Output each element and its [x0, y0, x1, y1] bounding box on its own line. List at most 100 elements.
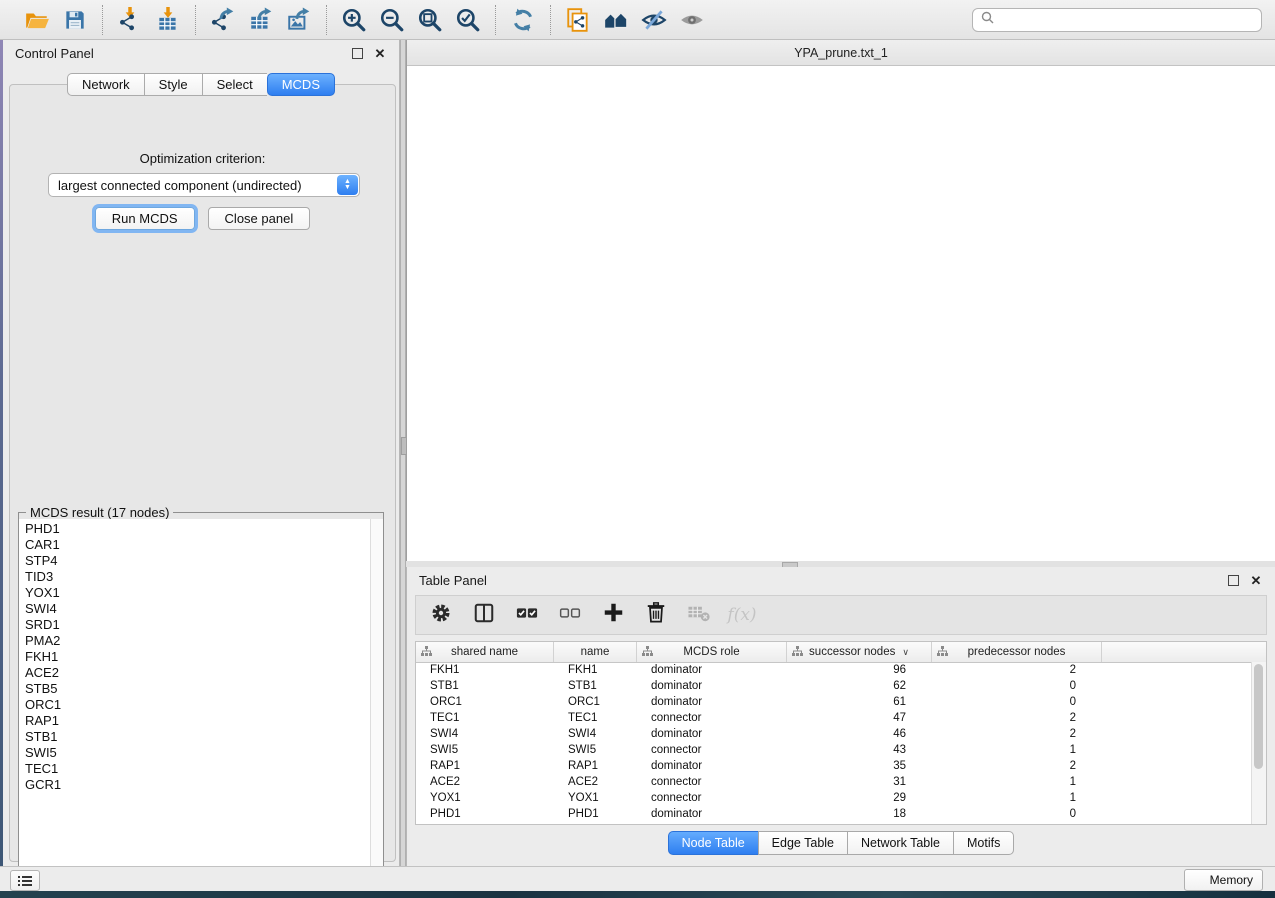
cell-shared_name: STB1 [416, 680, 554, 692]
mcds-result-item[interactable]: YOX1 [25, 585, 371, 601]
import-table-button[interactable] [152, 5, 184, 35]
network-canvas[interactable] [407, 66, 1275, 562]
mcds-result-title: MCDS result (17 nodes) [26, 505, 173, 520]
table-row[interactable]: SWI4SWI4dominator462 [416, 726, 1252, 742]
float-table-panel-icon[interactable] [1226, 573, 1240, 587]
delete-button[interactable] [643, 602, 669, 628]
refresh-button[interactable] [507, 5, 539, 35]
mcds-result-item[interactable]: TEC1 [25, 761, 371, 777]
mcds-result-item[interactable]: RAP1 [25, 713, 371, 729]
add-button[interactable] [600, 602, 626, 628]
clone-network-icon [565, 7, 591, 33]
table-row[interactable]: RAP1RAP1dominator352 [416, 758, 1252, 774]
column-header-name[interactable]: name [554, 642, 637, 662]
clone-network-button[interactable] [562, 5, 594, 35]
cell-successor_nodes: 35 [787, 760, 932, 772]
add-icon [603, 602, 624, 628]
mcds-result-item[interactable]: PMA2 [25, 633, 371, 649]
mcds-result-item[interactable]: SWI5 [25, 745, 371, 761]
mcds-result-item[interactable]: STP4 [25, 553, 371, 569]
mcds-result-item[interactable]: CAR1 [25, 537, 371, 553]
close-panel-icon[interactable]: ✕ [373, 46, 387, 60]
table-scrollbar[interactable] [1251, 662, 1266, 824]
table-row[interactable]: FKH1FKH1dominator962 [416, 662, 1252, 678]
mcds-result-list[interactable]: PHD1CAR1STP4TID3YOX1SWI4SRD1PMA2FKH1ACE2… [19, 519, 371, 876]
mcds-result-item[interactable]: GCR1 [25, 777, 371, 793]
mcds-list-scrollbar[interactable] [370, 519, 383, 876]
window-minimize-icon[interactable] [437, 46, 450, 59]
cell-shared_name: YOX1 [416, 792, 554, 804]
network-window-titlebar[interactable]: YPA_prune.txt_1 [407, 40, 1275, 66]
run-mcds-button[interactable]: Run MCDS [95, 207, 195, 230]
zoom-selected-button[interactable] [452, 5, 484, 35]
cell-mcds_role: dominator [637, 696, 787, 708]
window-zoom-icon[interactable] [458, 46, 471, 59]
tab-style[interactable]: Style [144, 73, 202, 96]
task-history-button[interactable] [10, 870, 40, 891]
export-image-icon [286, 7, 312, 33]
zoom-in-button[interactable] [338, 5, 370, 35]
tab-motifs[interactable]: Motifs [953, 831, 1014, 855]
show-all-button[interactable] [676, 5, 708, 35]
open-folder-button[interactable] [21, 5, 53, 35]
mcds-result-item[interactable]: FKH1 [25, 649, 371, 665]
cell-predecessor_nodes: 2 [932, 728, 1102, 740]
column-label: successor nodes [809, 646, 895, 658]
table-row[interactable]: TEC1TEC1connector472 [416, 710, 1252, 726]
cell-shared_name: TEC1 [416, 712, 554, 724]
show-columns-button[interactable] [471, 602, 497, 628]
select-all-icon [515, 602, 539, 629]
tab-edge-table[interactable]: Edge Table [758, 831, 847, 855]
tab-node-table[interactable]: Node Table [668, 831, 758, 855]
table-row[interactable]: PHD1PHD1dominator180 [416, 806, 1252, 822]
tab-select[interactable]: Select [202, 73, 267, 96]
window-close-icon[interactable] [416, 46, 429, 59]
column-header-shared-name[interactable]: shared name [416, 642, 554, 662]
toolbar-group [550, 5, 719, 35]
tab-network-table[interactable]: Network Table [847, 831, 953, 855]
criterion-select[interactable]: largest connected component (undirected)… [48, 173, 360, 197]
column-header-predecessor-nodes[interactable]: predecessor nodes [932, 642, 1102, 662]
column-header-MCDS-role[interactable]: MCDS role [637, 642, 787, 662]
mcds-result-item[interactable]: SRD1 [25, 617, 371, 633]
table-row[interactable]: ORC1ORC1dominator610 [416, 694, 1252, 710]
zoom-out-button[interactable] [376, 5, 408, 35]
table-row[interactable]: STB1STB1dominator620 [416, 678, 1252, 694]
table-row[interactable]: ACE2ACE2connector311 [416, 774, 1252, 790]
save-button[interactable] [59, 5, 91, 35]
search-box[interactable] [972, 8, 1262, 32]
column-header-successor-nodes[interactable]: successor nodes∨ [787, 642, 932, 662]
mcds-result-item[interactable]: SWI4 [25, 601, 371, 617]
mcds-result-item[interactable]: STB5 [25, 681, 371, 697]
select-all-button[interactable] [514, 602, 540, 628]
float-panel-icon[interactable] [350, 46, 364, 60]
import-network-button[interactable] [114, 5, 146, 35]
first-neighbors-icon [603, 7, 629, 33]
mcds-result-item[interactable]: PHD1 [25, 521, 371, 537]
cell-predecessor_nodes: 0 [932, 680, 1102, 692]
hide-selection-button[interactable] [638, 5, 670, 35]
table-row[interactable]: YOX1YOX1connector291 [416, 790, 1252, 806]
close-panel-button[interactable]: Close panel [208, 207, 311, 230]
mcds-result-item[interactable]: STB1 [25, 729, 371, 745]
mcds-result-item[interactable]: ACE2 [25, 665, 371, 681]
first-neighbors-button[interactable] [600, 5, 632, 35]
close-table-panel-icon[interactable]: ✕ [1249, 573, 1263, 587]
export-network-button[interactable] [207, 5, 239, 35]
tab-mcds[interactable]: MCDS [267, 73, 335, 96]
status-bar: Memory [0, 866, 1275, 891]
export-table-button[interactable] [245, 5, 277, 35]
search-input[interactable] [1000, 12, 1253, 28]
table-scrollbar-thumb[interactable] [1254, 664, 1263, 769]
table-panel-title: Table Panel [419, 573, 487, 588]
mcds-result-item[interactable]: ORC1 [25, 697, 371, 713]
tab-network[interactable]: Network [67, 73, 144, 96]
export-image-button[interactable] [283, 5, 315, 35]
memory-button[interactable]: Memory [1184, 869, 1263, 891]
table-settings-gear-button[interactable] [428, 602, 454, 628]
deselect-all-button[interactable] [557, 602, 583, 628]
table-row[interactable]: SWI5SWI5connector431 [416, 742, 1252, 758]
zoom-fit-button[interactable] [414, 5, 446, 35]
control-panel-title: Control Panel [15, 46, 94, 61]
mcds-result-item[interactable]: TID3 [25, 569, 371, 585]
